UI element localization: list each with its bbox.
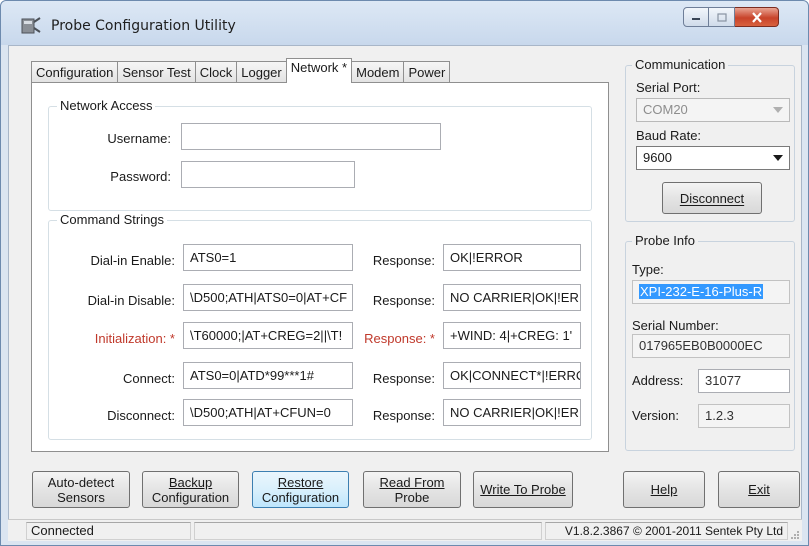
version-label: Version: bbox=[632, 408, 679, 423]
disconnect-button-label: Disconnect bbox=[679, 190, 745, 206]
connection-status: Connected bbox=[26, 522, 191, 540]
dial-in-enable-input[interactable]: ATS0=1 bbox=[183, 244, 353, 271]
write-label: Write To Probe bbox=[480, 482, 566, 497]
disconnect-response-label: Response: bbox=[372, 408, 435, 423]
serial-port-select[interactable]: COM20 bbox=[636, 98, 790, 122]
connect-label: Connect: bbox=[122, 371, 175, 386]
initialization-input[interactable]: \T60000;|AT+CREG=2||\T! bbox=[183, 322, 353, 349]
backup-configuration-button[interactable]: Backup Configuration bbox=[142, 471, 239, 508]
write-to-probe-button[interactable]: Write To Probe bbox=[473, 471, 573, 508]
dial-in-disable-response-label: Response: bbox=[372, 293, 435, 308]
status-spacer bbox=[194, 522, 542, 540]
address-label: Address: bbox=[632, 373, 684, 388]
restore-configuration-button[interactable]: Restore Configuration bbox=[252, 471, 349, 508]
probe-app-icon bbox=[20, 16, 42, 36]
dial-in-disable-label: Dial-in Disable: bbox=[87, 293, 175, 308]
read-from-probe-button[interactable]: Read From Probe bbox=[363, 471, 461, 508]
version-copyright: V1.8.2.3867 © 2001-2011 Sentek Pty Ltd bbox=[545, 522, 788, 540]
serial-port-value: COM20 bbox=[643, 102, 688, 117]
tab-strip: Configuration Sensor Test Clock Logger N… bbox=[31, 58, 451, 83]
dial-in-enable-response-label: Response: bbox=[372, 253, 435, 268]
command-strings-title: Command Strings bbox=[57, 212, 168, 227]
disconnect-label: Disconnect: bbox=[107, 408, 175, 423]
exit-label: Exit bbox=[748, 482, 770, 497]
network-tab-panel: Network Access Username: Password: Comma… bbox=[31, 82, 609, 452]
auto-detect-label-1: Auto-detect bbox=[47, 474, 115, 490]
type-field[interactable]: XPI-232-E-16-Plus-R bbox=[632, 280, 790, 304]
minimize-icon bbox=[692, 18, 700, 20]
communication-group: Communication Serial Port: COM20 Baud Ra… bbox=[625, 57, 795, 222]
connect-response-label: Response: bbox=[372, 371, 435, 386]
serial-number-label: Serial Number: bbox=[632, 318, 719, 333]
status-bar: Connected V1.8.2.3867 © 2001-2011 Sentek… bbox=[8, 519, 802, 541]
probe-info-group: Probe Info Type: XPI-232-E-16-Plus-R Ser… bbox=[625, 233, 795, 451]
title-bar[interactable]: Probe Configuration Utility bbox=[1, 1, 808, 45]
chevron-down-icon bbox=[773, 107, 783, 113]
close-icon bbox=[751, 11, 762, 23]
exit-button[interactable]: Exit bbox=[718, 471, 800, 508]
version-field: 1.2.3 bbox=[698, 404, 790, 428]
maximize-icon bbox=[716, 12, 727, 22]
tab-configuration[interactable]: Configuration bbox=[31, 61, 119, 83]
connect-input[interactable]: ATS0=0|ATD*99***1# bbox=[183, 362, 353, 389]
network-access-title: Network Access bbox=[57, 98, 156, 113]
disconnect-button[interactable]: Disconnect bbox=[662, 182, 762, 214]
tab-logger[interactable]: Logger bbox=[236, 61, 287, 83]
backup-label-2: Configuration bbox=[151, 489, 230, 505]
username-label: Username: bbox=[107, 131, 171, 146]
probe-info-title: Probe Info bbox=[632, 233, 698, 248]
window-controls bbox=[683, 7, 779, 27]
resize-grip-icon[interactable] bbox=[790, 529, 800, 539]
baud-rate-value: 9600 bbox=[643, 150, 672, 165]
restore-label-1: Restore bbox=[277, 474, 324, 490]
type-label: Type: bbox=[632, 262, 664, 277]
read-label-1: Read From bbox=[379, 474, 445, 490]
dial-in-disable-input[interactable]: \D500;ATH|ATS0=0|AT+CF bbox=[183, 284, 353, 311]
disconnect-input[interactable]: \D500;ATH|AT+CFUN=0 bbox=[183, 399, 353, 426]
type-value: XPI-232-E-16-Plus-R bbox=[639, 284, 764, 299]
communication-title: Communication bbox=[632, 57, 729, 72]
window-title: Probe Configuration Utility bbox=[51, 18, 236, 34]
auto-detect-sensors-button[interactable]: Auto-detect Sensors bbox=[32, 471, 130, 508]
password-input[interactable] bbox=[181, 161, 355, 188]
chevron-down-icon bbox=[773, 155, 783, 161]
connect-response-input[interactable]: OK|CONNECT*|!ERRC bbox=[443, 362, 581, 389]
help-button[interactable]: Help bbox=[623, 471, 705, 508]
auto-detect-label-2: Sensors bbox=[57, 489, 105, 505]
dial-in-enable-label: Dial-in Enable: bbox=[90, 253, 175, 268]
tab-sensor-test[interactable]: Sensor Test bbox=[117, 61, 196, 83]
app-window: Probe Configuration Utility Configuratio… bbox=[0, 0, 809, 546]
command-strings-group: Command Strings Dial-in Enable: ATS0=1 R… bbox=[48, 212, 592, 440]
initialization-response-label: Response: * bbox=[364, 331, 435, 346]
maximize-button[interactable] bbox=[709, 7, 735, 27]
network-access-group: Network Access Username: Password: bbox=[48, 98, 592, 211]
initialization-label: Initialization: * bbox=[94, 331, 175, 346]
restore-label-2: Configuration bbox=[261, 489, 340, 505]
help-label: Help bbox=[650, 482, 678, 497]
tab-power[interactable]: Power bbox=[403, 61, 451, 83]
serial-number-field[interactable]: 017965EB0B0000EC bbox=[632, 334, 790, 358]
backup-label-1: Backup bbox=[168, 474, 213, 490]
serial-port-label: Serial Port: bbox=[636, 80, 701, 95]
minimize-button[interactable] bbox=[683, 7, 709, 27]
tab-network[interactable]: Network * bbox=[285, 58, 353, 83]
dial-in-disable-response-input[interactable]: NO CARRIER|OK|!ERI bbox=[443, 284, 581, 311]
dial-in-enable-response-input[interactable]: OK|!ERROR bbox=[443, 244, 581, 271]
baud-rate-label: Baud Rate: bbox=[636, 128, 702, 143]
close-button[interactable] bbox=[735, 7, 779, 27]
read-label-2: Probe bbox=[394, 489, 430, 505]
address-field[interactable]: 31077 bbox=[698, 369, 790, 393]
tab-clock[interactable]: Clock bbox=[194, 61, 238, 83]
disconnect-response-input[interactable]: NO CARRIER|OK|!ERI bbox=[443, 399, 581, 426]
tab-modem[interactable]: Modem bbox=[351, 61, 405, 83]
password-label: Password: bbox=[110, 169, 171, 184]
baud-rate-select[interactable]: 9600 bbox=[636, 146, 790, 170]
initialization-response-input[interactable]: +WIND: 4|+CREG: 1' bbox=[443, 322, 581, 349]
username-input[interactable] bbox=[181, 123, 441, 150]
